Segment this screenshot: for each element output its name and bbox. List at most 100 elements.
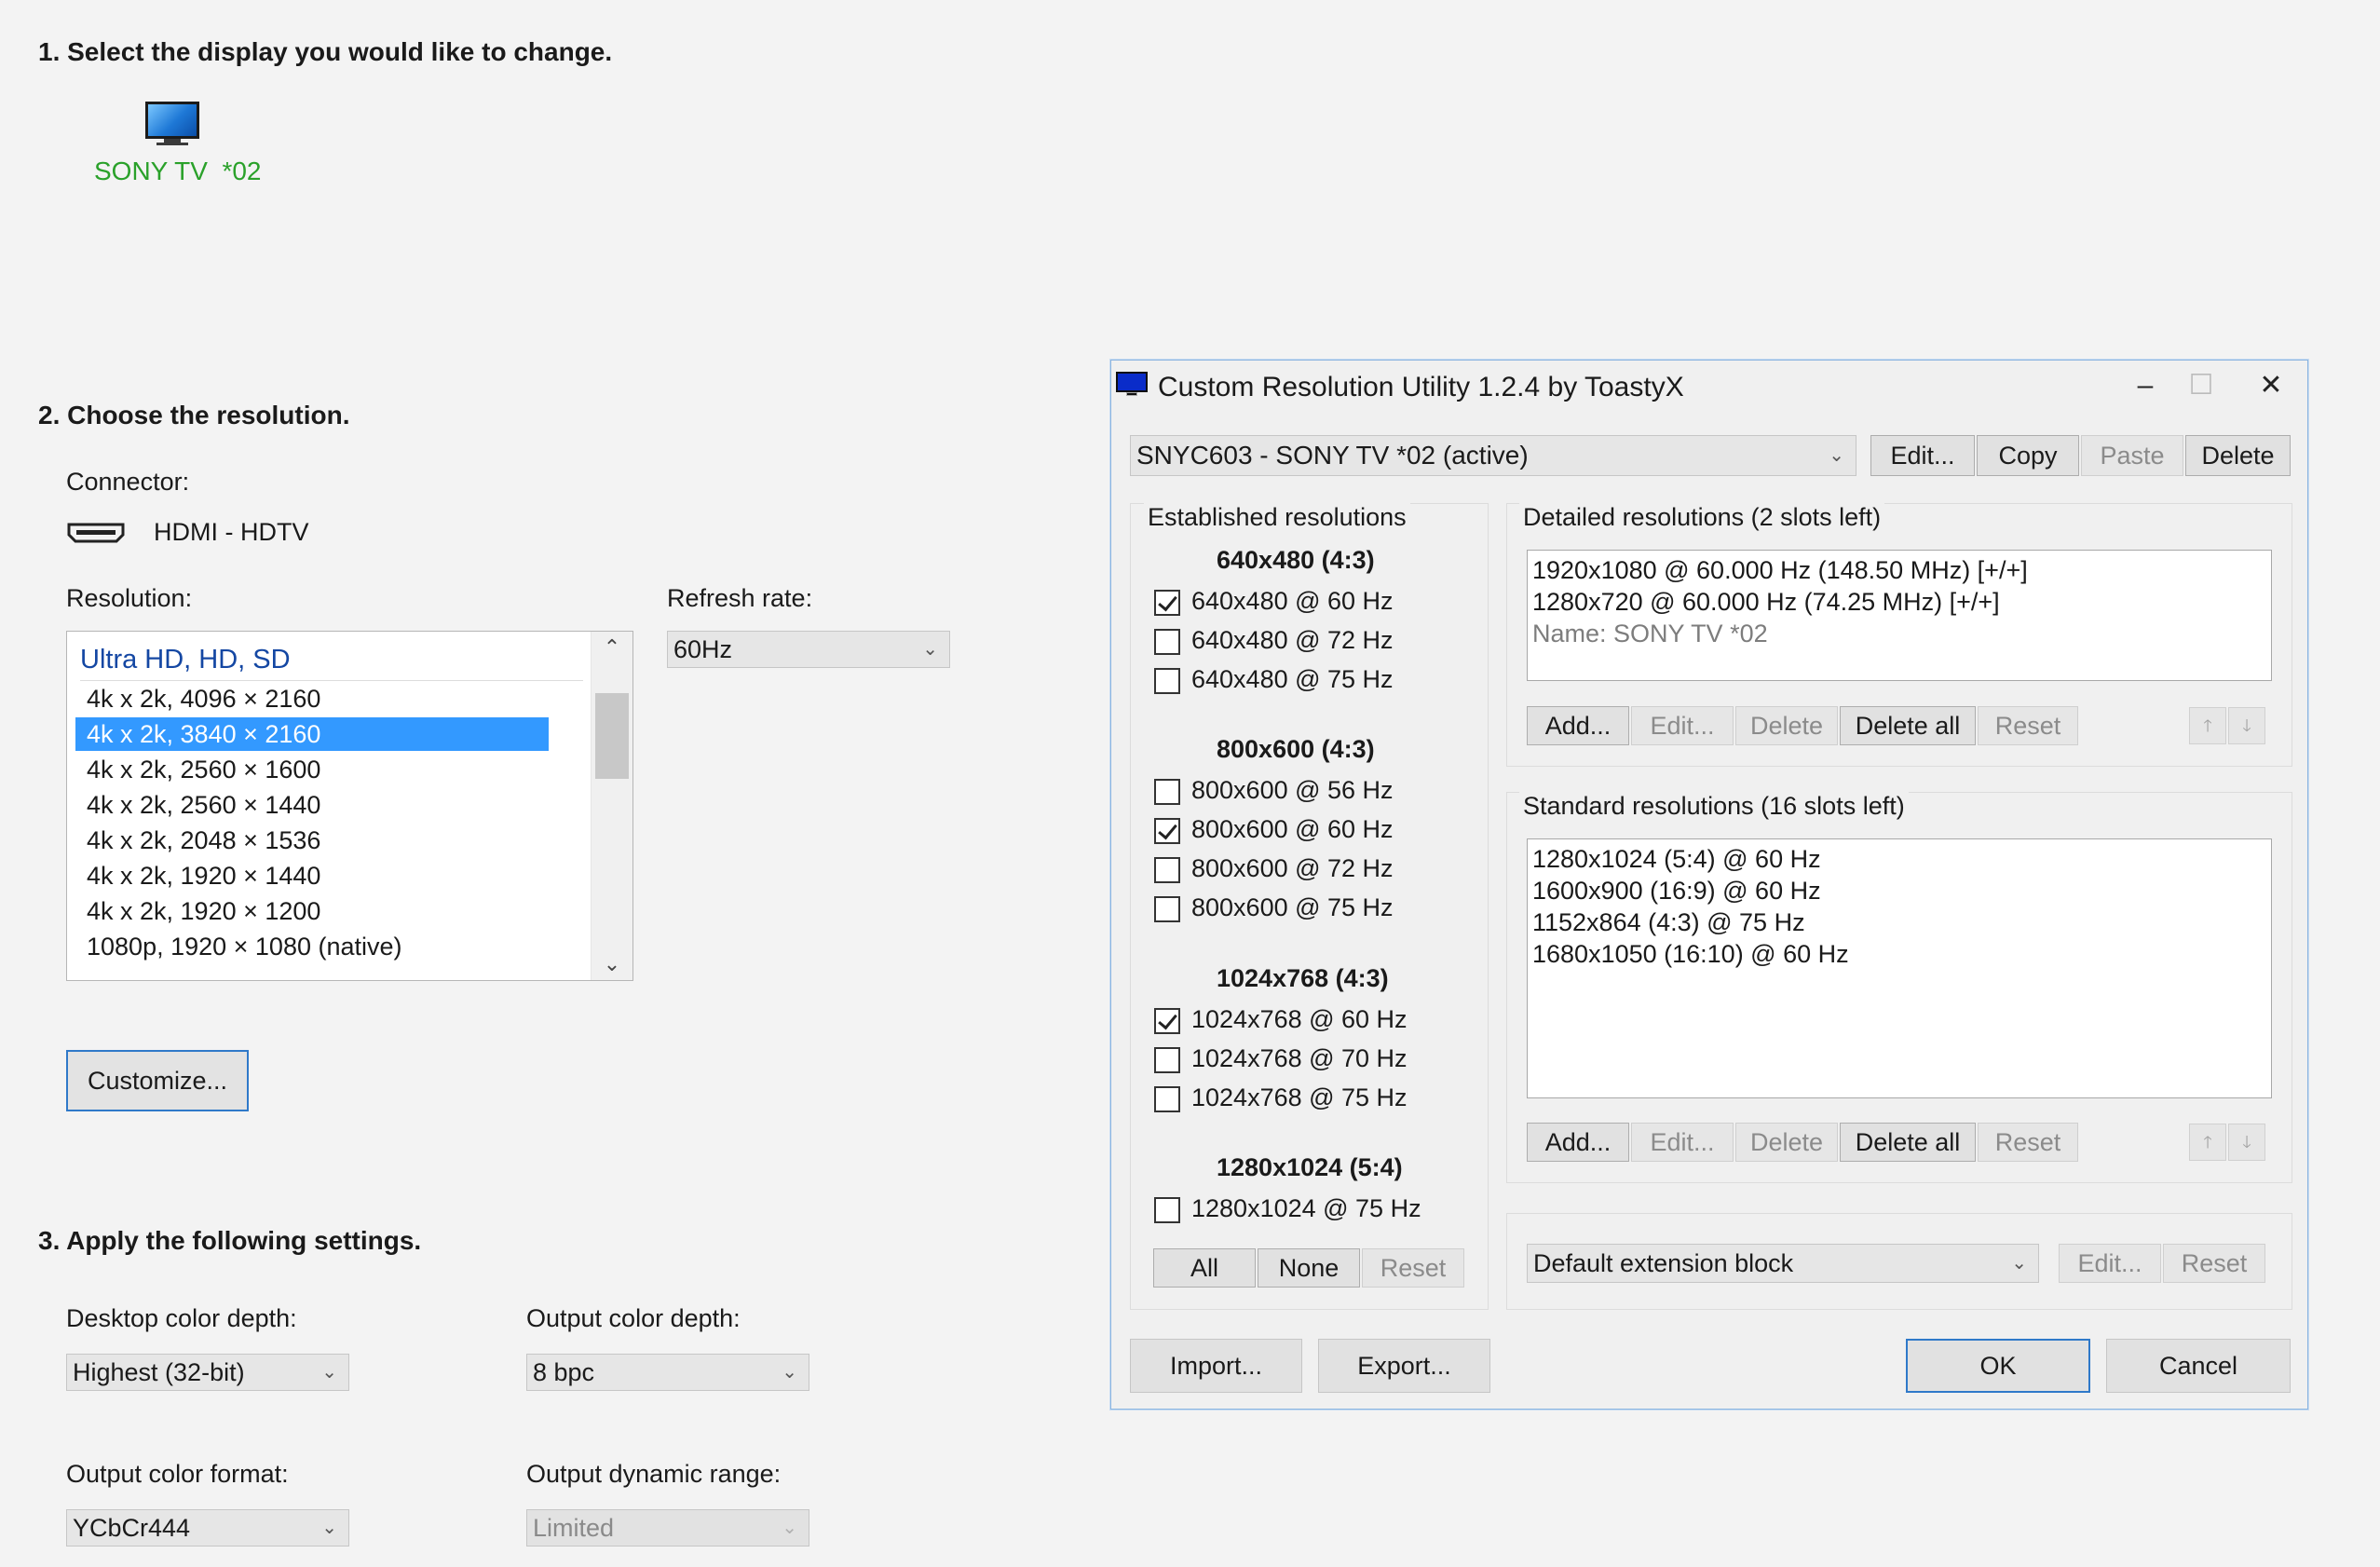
standard-item[interactable]: 1680x1050 (16:10) @ 60 Hz — [1532, 940, 1849, 969]
checkbox-label: 640x480 @ 72 Hz — [1191, 626, 1394, 654]
checkbox-640-72[interactable] — [1154, 629, 1180, 655]
established-title: Established resolutions — [1144, 503, 1410, 532]
detailed-add-button[interactable]: Add... — [1527, 706, 1629, 745]
scroll-thumb[interactable] — [595, 693, 629, 779]
checkbox-1024-60[interactable] — [1154, 1008, 1180, 1034]
section-3-title: 3. Apply the following settings. — [38, 1226, 422, 1255]
resolution-item[interactable]: 1080p, 1920 × 1080 (native) — [75, 930, 549, 963]
standard-title: Standard resolutions (16 slots left) — [1519, 792, 1909, 821]
copy-button[interactable]: Copy — [1977, 435, 2079, 476]
import-button[interactable]: Import... — [1130, 1339, 1302, 1393]
detailed-name-item[interactable]: Name: SONY TV *02 — [1532, 620, 1768, 648]
chevron-down-icon: ⌄ — [321, 1362, 337, 1383]
scroll-up-icon[interactable]: ⌃ — [592, 635, 632, 660]
detailed-title: Detailed resolutions (2 slots left) — [1519, 503, 1885, 532]
checkbox-640-75[interactable] — [1154, 668, 1180, 694]
checkbox-800-56[interactable] — [1154, 779, 1180, 805]
cancel-button[interactable]: Cancel — [2106, 1339, 2291, 1393]
standard-edit-button: Edit... — [1631, 1123, 1734, 1162]
detailed-delete-button: Delete — [1735, 706, 1838, 745]
extension-reset-button: Reset — [2163, 1244, 2265, 1283]
resolution-listbox[interactable]: Ultra HD, HD, SD 4k x 2k, 4096 × 2160 4k… — [66, 631, 633, 981]
standard-item[interactable]: 1280x1024 (5:4) @ 60 Hz — [1532, 845, 1821, 874]
detailed-down-arrow-icon: 🡓 — [2228, 707, 2265, 744]
delete-monitor-button[interactable]: Delete — [2185, 435, 2291, 476]
cru-dialog: Custom Resolution Utility 1.2.4 by Toast… — [1110, 360, 2308, 1410]
standard-delete-all-button[interactable]: Delete all — [1840, 1123, 1976, 1162]
detailed-up-arrow-icon: 🡑 — [2189, 707, 2226, 744]
section-2-title: 2. Choose the resolution. — [38, 401, 350, 429]
resolution-scrollbar[interactable]: ⌃ ⌄ — [591, 632, 632, 980]
output-color-depth-select[interactable]: 8 bpc ⌄ — [526, 1354, 809, 1391]
export-button[interactable]: Export... — [1318, 1339, 1490, 1393]
output-color-depth-value: 8 bpc — [533, 1358, 595, 1386]
customize-label: Customize... — [87, 1067, 228, 1095]
standard-add-button[interactable]: Add... — [1527, 1123, 1629, 1162]
extension-edit-button: Edit... — [2059, 1244, 2161, 1283]
all-button[interactable]: All — [1153, 1248, 1256, 1288]
resolution-item[interactable]: 4k x 2k, 2048 × 1536 — [75, 824, 549, 857]
checkbox-1024-70[interactable] — [1154, 1047, 1180, 1073]
standard-list[interactable]: 1280x1024 (5:4) @ 60 Hz 1600x900 (16:9) … — [1527, 838, 2272, 1098]
chevron-down-icon: ⌄ — [2011, 1253, 2027, 1274]
resolution-item[interactable]: 4k x 2k, 2560 × 1440 — [75, 788, 549, 822]
checkbox-label: 1024x768 @ 70 Hz — [1191, 1044, 1408, 1072]
edit-monitor-button[interactable]: Edit... — [1870, 435, 1975, 476]
group-header-1024: 1024x768 (4:3) — [1217, 964, 1389, 992]
reset-established-button: Reset — [1362, 1248, 1464, 1288]
group-header-800: 800x600 (4:3) — [1217, 735, 1375, 763]
refresh-rate-label: Refresh rate: — [667, 584, 813, 612]
checkbox-640-60[interactable] — [1154, 590, 1180, 616]
checkbox-1280-75[interactable] — [1154, 1197, 1180, 1223]
output-dynamic-range-value: Limited — [533, 1514, 615, 1542]
resolution-item[interactable]: 4k x 2k, 2560 × 1600 — [75, 753, 549, 786]
detailed-item[interactable]: 1280x720 @ 60.000 Hz (74.25 MHz) [+/+] — [1532, 588, 2000, 617]
resolution-item-selected[interactable]: 4k x 2k, 3840 × 2160 — [75, 717, 549, 751]
standard-item[interactable]: 1600x900 (16:9) @ 60 Hz — [1532, 877, 1821, 906]
checkbox-1024-75[interactable] — [1154, 1086, 1180, 1112]
checkbox-label: 1024x768 @ 75 Hz — [1191, 1083, 1408, 1111]
ok-button[interactable]: OK — [1906, 1339, 2090, 1393]
output-dynamic-range-select: Limited ⌄ — [526, 1509, 809, 1547]
refresh-rate-value: 60Hz — [673, 635, 733, 663]
customize-button[interactable]: Customize... — [66, 1050, 249, 1111]
standard-delete-button: Delete — [1735, 1123, 1838, 1162]
detailed-reset-button: Reset — [1978, 706, 2078, 745]
checkbox-800-60[interactable] — [1154, 818, 1180, 844]
desktop-color-depth-label: Desktop color depth: — [66, 1304, 297, 1332]
chevron-down-icon: ⌄ — [782, 1362, 797, 1383]
section-1-title: 1. Select the display you would like to … — [38, 37, 613, 66]
standard-item[interactable]: 1152x864 (4:3) @ 75 Hz — [1532, 908, 1805, 937]
close-icon[interactable]: ✕ — [2238, 362, 2304, 411]
checkbox-label: 640x480 @ 75 Hz — [1191, 665, 1394, 693]
desktop-color-depth-select[interactable]: Highest (32-bit) ⌄ — [66, 1354, 349, 1391]
output-color-format-label: Output color format: — [66, 1460, 289, 1488]
none-button[interactable]: None — [1258, 1248, 1360, 1288]
hdmi-connector-icon — [67, 521, 125, 543]
checkbox-800-75[interactable] — [1154, 896, 1180, 922]
checkbox-label: 800x600 @ 75 Hz — [1191, 893, 1394, 921]
scroll-down-icon[interactable]: ⌄ — [592, 952, 632, 976]
monitor-select-value: SNYC603 - SONY TV *02 (active) — [1136, 441, 1529, 470]
chevron-down-icon: ⌄ — [1829, 445, 1844, 466]
checkbox-800-72[interactable] — [1154, 857, 1180, 883]
detailed-list[interactable]: 1920x1080 @ 60.000 Hz (148.50 MHz) [+/+]… — [1527, 550, 2272, 681]
resolution-item[interactable]: 4k x 2k, 4096 × 2160 — [75, 682, 549, 715]
output-color-format-select[interactable]: YCbCr444 ⌄ — [66, 1509, 349, 1547]
resolution-item[interactable]: 4k x 2k, 1920 × 1200 — [75, 894, 549, 928]
display-name-label[interactable]: SONY TV *02 — [94, 157, 262, 186]
connector-value: HDMI - HDTV — [154, 518, 309, 546]
display-tv-icon[interactable] — [142, 99, 203, 145]
monitor-select[interactable]: SNYC603 - SONY TV *02 (active) ⌄ — [1130, 435, 1856, 476]
resolution-label: Resolution: — [66, 584, 193, 612]
detailed-delete-all-button[interactable]: Delete all — [1840, 706, 1976, 745]
output-dynamic-range-label: Output dynamic range: — [526, 1460, 782, 1488]
refresh-rate-select[interactable]: 60Hz ⌄ — [667, 631, 950, 668]
resolution-group-header: Ultra HD, HD, SD — [80, 645, 291, 674]
checkbox-label: 1024x768 @ 60 Hz — [1191, 1005, 1408, 1033]
detailed-item[interactable]: 1920x1080 @ 60.000 Hz (148.50 MHz) [+/+] — [1532, 556, 2028, 585]
resolution-item[interactable]: 4k x 2k, 1920 × 1440 — [75, 859, 549, 893]
extension-block-select[interactable]: Default extension block ⌄ — [1527, 1244, 2039, 1283]
checkbox-label: 800x600 @ 56 Hz — [1191, 776, 1394, 804]
connector-label: Connector: — [66, 468, 190, 496]
